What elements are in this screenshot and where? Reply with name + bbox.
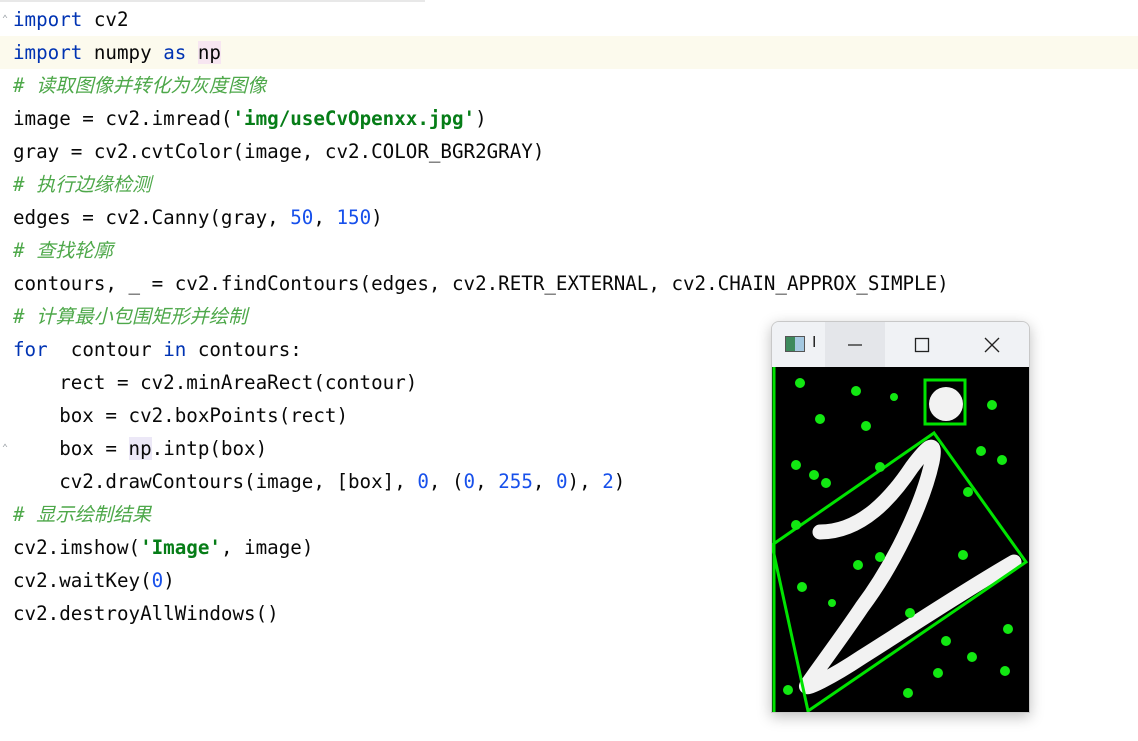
code-token: cv2.imshow( xyxy=(13,536,141,559)
code-token: 0 xyxy=(417,470,429,493)
minimize-icon xyxy=(848,343,862,346)
code-token: 0 xyxy=(463,470,476,493)
code-token: , image) xyxy=(220,536,314,559)
code-token: , xyxy=(532,470,556,493)
code-token: contour xyxy=(59,338,164,361)
code-line[interactable]: # 查找轮廓 xyxy=(13,234,113,267)
code-line[interactable]: for contour in contours: xyxy=(13,333,302,366)
code-token: 0 xyxy=(151,569,164,592)
code-line[interactable]: cv2.drawContours(image, [box], 0, (0, 25… xyxy=(13,465,625,498)
code-token: # 显示绘制结果 xyxy=(13,503,152,526)
code-token: ) xyxy=(371,206,383,229)
close-button[interactable] xyxy=(962,322,1022,367)
image-window[interactable]: I xyxy=(771,321,1030,713)
code-token: edges = cv2.Canny(gray, xyxy=(13,206,291,229)
code-line[interactable]: # 执行边缘检测 xyxy=(13,168,151,201)
code-token: contours: xyxy=(186,338,302,361)
fold-marker-icon[interactable]: ⌃ xyxy=(2,14,10,26)
code-line[interactable]: # 计算最小包围矩形并绘制 xyxy=(13,300,247,333)
code-token: ), xyxy=(567,470,603,493)
code-token: , xyxy=(475,470,499,493)
code-line[interactable]: box = cv2.boxPoints(rect) xyxy=(13,399,348,432)
code-token: 'Image' xyxy=(140,536,221,559)
code-line[interactable]: import cv2 xyxy=(13,3,129,36)
code-token: cv2.waitKey( xyxy=(13,569,152,592)
code-token: import xyxy=(13,8,83,31)
code-token: box = cv2.boxPoints(rect) xyxy=(13,404,349,427)
code-token: # 查找轮廓 xyxy=(13,239,113,262)
code-token: ) xyxy=(613,470,626,493)
image-canvas xyxy=(772,367,1029,712)
code-token: # 执行边缘检测 xyxy=(13,173,152,196)
code-token: , xyxy=(313,206,337,229)
code-token: import xyxy=(13,41,83,64)
code-token: 'img/useCvOpenxx.jpg' xyxy=(232,107,476,130)
code-token: , ( xyxy=(428,470,464,493)
code-token: 255 xyxy=(498,470,533,493)
code-line[interactable]: cv2.imshow('Image', image) xyxy=(13,531,313,564)
code-token: for xyxy=(13,338,48,361)
code-line[interactable]: contours, _ = cv2.findContours(edges, cv… xyxy=(13,267,949,300)
code-line[interactable]: edges = cv2.Canny(gray, 50, 150) xyxy=(13,201,383,234)
code-line[interactable]: box = np.intp(box) xyxy=(13,432,267,465)
code-line[interactable]: # 显示绘制结果 xyxy=(13,498,151,531)
close-icon xyxy=(984,337,1000,352)
code-token: np xyxy=(197,41,221,64)
minimize-button[interactable] xyxy=(825,322,885,367)
code-token: rect = cv2.minAreaRect(contour) xyxy=(13,371,418,394)
code-line[interactable]: rect = cv2.minAreaRect(contour) xyxy=(13,366,417,399)
white-dot xyxy=(929,387,963,421)
code-token: cv2.destroyAllWindows() xyxy=(13,602,279,625)
code-token: # 读取图像并转化为灰度图像 xyxy=(13,74,267,97)
maximize-button[interactable] xyxy=(892,322,952,367)
code-token: image = cv2.imread( xyxy=(13,107,233,130)
code-token: numpy xyxy=(93,41,152,64)
code-token: 150 xyxy=(336,206,372,229)
code-token: gray = cv2.cvtColor(image, cv2.COLOR_BGR… xyxy=(13,140,545,163)
code-token: contours, _ = cv2.findContours(edges, cv… xyxy=(13,272,949,295)
code-line[interactable]: import numpy as np xyxy=(0,36,1138,69)
window-title: I xyxy=(812,334,817,351)
editor-top-border xyxy=(0,0,425,2)
code-token: 0 xyxy=(555,470,568,493)
maximize-icon xyxy=(914,337,930,352)
code-token: box = xyxy=(13,437,129,460)
code-token: np xyxy=(128,437,152,460)
code-token: in xyxy=(163,338,187,361)
code-token: # 计算最小包围矩形并绘制 xyxy=(13,305,248,328)
code-token: cv2.drawContours(image, [box], xyxy=(13,470,418,493)
code-line[interactable]: cv2.waitKey(0) xyxy=(13,564,175,597)
code-token: ) xyxy=(475,107,487,130)
code-token: 2 xyxy=(602,470,614,493)
code-token: cv2 xyxy=(93,8,129,31)
code-token: ) xyxy=(163,569,175,592)
code-line[interactable]: image = cv2.imread('img/useCvOpenxx.jpg'… xyxy=(13,102,487,135)
app-window-icon xyxy=(785,336,805,352)
code-line[interactable]: cv2.destroyAllWindows() xyxy=(13,597,279,630)
code-line[interactable]: # 读取图像并转化为灰度图像 xyxy=(13,69,266,102)
rendered-image xyxy=(772,367,1029,712)
window-titlebar[interactable]: I xyxy=(772,322,1029,367)
code-line[interactable]: gray = cv2.cvtColor(image, cv2.COLOR_BGR… xyxy=(13,135,544,168)
code-token: as xyxy=(163,41,187,64)
fold-marker-icon[interactable]: ⌃ xyxy=(2,443,10,455)
code-token: .intp(box) xyxy=(151,437,268,460)
code-token: 50 xyxy=(290,206,314,229)
